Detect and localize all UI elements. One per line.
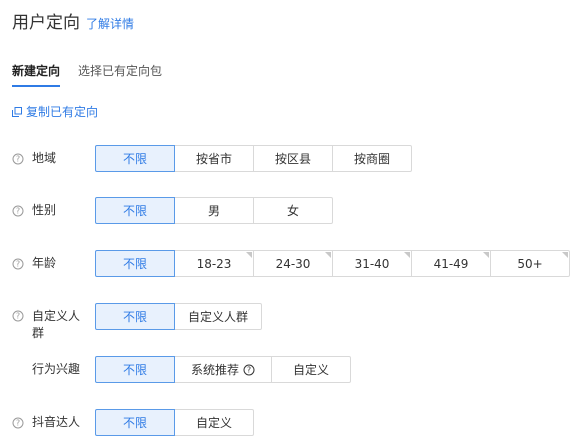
tab-new-targeting[interactable]: 新建定向 (12, 62, 61, 87)
region-option-province[interactable]: 按省市 (174, 145, 254, 172)
help-icon[interactable]: ? (12, 153, 24, 165)
age-options: 不限 18-23 24-30 31-40 41-49 50+ (95, 250, 570, 277)
copy-existing-label: 复制已有定向 (26, 105, 99, 119)
custom-crowd-label-wrap: ? 自定义人群 (12, 303, 95, 342)
age-option-label: 41-49 (433, 256, 469, 271)
help-icon[interactable]: ? (243, 364, 255, 376)
douyin-option-custom[interactable]: 自定义 (174, 409, 254, 436)
douyin-options: 不限 自定义 (95, 409, 254, 436)
gender-option-male[interactable]: 男 (174, 197, 254, 224)
interest-option-custom[interactable]: 自定义 (271, 356, 351, 383)
page-title: 用户定向 (12, 13, 80, 33)
age-option-label: 18-23 (196, 256, 232, 271)
age-label: 年龄 (32, 256, 57, 270)
corner-marker (562, 252, 568, 258)
region-label: 地域 (32, 151, 57, 165)
help-icon[interactable]: ? (12, 205, 24, 217)
age-option-50-plus[interactable]: 50+ (490, 250, 570, 277)
gender-label: 性别 (32, 203, 57, 217)
gender-option-female[interactable]: 女 (253, 197, 333, 224)
tab-select-package[interactable]: 选择已有定向包 (78, 62, 162, 87)
tab-bar: 新建定向 选择已有定向包 (12, 62, 180, 87)
age-label-wrap: ? 年龄 (12, 255, 95, 272)
douyin-row: ? 抖音达人 不限 自定义 (12, 409, 254, 436)
region-option-district[interactable]: 按区县 (253, 145, 333, 172)
copy-icon (12, 106, 22, 117)
age-option-label: 31-40 (354, 256, 390, 271)
age-option-24-30[interactable]: 24-30 (253, 250, 333, 277)
age-option-label: 50+ (517, 256, 543, 271)
interest-label: 行为兴趣 (32, 362, 81, 376)
douyin-label: 抖音达人 (32, 415, 81, 429)
custom-crowd-option-unlimited[interactable]: 不限 (95, 303, 175, 330)
corner-marker (483, 252, 489, 258)
help-icon[interactable]: ? (12, 417, 24, 429)
douyin-label-wrap: ? 抖音达人 (12, 414, 95, 431)
help-icon[interactable]: ? (12, 310, 24, 322)
interest-options: 不限 系统推荐 ? 自定义 (95, 356, 351, 383)
svg-text:?: ? (16, 259, 20, 268)
region-label-wrap: ? 地域 (12, 150, 95, 167)
copy-existing-button[interactable]: 复制已有定向 (12, 103, 98, 120)
corner-marker (325, 252, 331, 258)
corner-marker (404, 252, 410, 258)
svg-text:?: ? (16, 418, 20, 427)
learn-more-link[interactable]: 了解详情 (86, 15, 134, 32)
custom-crowd-row: ? 自定义人群 不限 自定义人群 (12, 303, 262, 342)
interest-option-unlimited[interactable]: 不限 (95, 356, 175, 383)
region-row: ? 地域 不限 按省市 按区县 按商圈 (12, 145, 412, 172)
corner-marker (246, 252, 252, 258)
svg-text:?: ? (247, 365, 251, 374)
interest-option-recommend[interactable]: 系统推荐 ? (174, 356, 272, 383)
age-option-label: 24-30 (275, 256, 311, 271)
svg-text:?: ? (16, 206, 20, 215)
gender-option-unlimited[interactable]: 不限 (95, 197, 175, 224)
region-option-business[interactable]: 按商圈 (332, 145, 412, 172)
custom-crowd-option-custom[interactable]: 自定义人群 (174, 303, 262, 330)
svg-text:?: ? (16, 154, 20, 163)
age-option-31-40[interactable]: 31-40 (332, 250, 412, 277)
custom-crowd-options: 不限 自定义人群 (95, 303, 262, 330)
interest-row: 行为兴趣 不限 系统推荐 ? 自定义 (12, 356, 351, 383)
interest-label-wrap: 行为兴趣 (12, 361, 95, 378)
age-option-41-49[interactable]: 41-49 (411, 250, 491, 277)
custom-crowd-label: 自定义人群 (32, 309, 81, 340)
svg-text:?: ? (16, 312, 20, 321)
gender-label-wrap: ? 性别 (12, 202, 95, 219)
gender-row: ? 性别 不限 男 女 (12, 197, 333, 224)
page-header: 用户定向 了解详情 (12, 8, 134, 33)
age-row: ? 年龄 不限 18-23 24-30 31-40 41-49 50+ (12, 250, 570, 277)
douyin-option-unlimited[interactable]: 不限 (95, 409, 175, 436)
help-icon[interactable]: ? (12, 258, 24, 270)
region-options: 不限 按省市 按区县 按商圈 (95, 145, 412, 172)
gender-options: 不限 男 女 (95, 197, 333, 224)
region-option-unlimited[interactable]: 不限 (95, 145, 175, 172)
interest-option-recommend-label: 系统推荐 (190, 363, 239, 377)
age-option-unlimited[interactable]: 不限 (95, 250, 175, 277)
age-option-18-23[interactable]: 18-23 (174, 250, 254, 277)
